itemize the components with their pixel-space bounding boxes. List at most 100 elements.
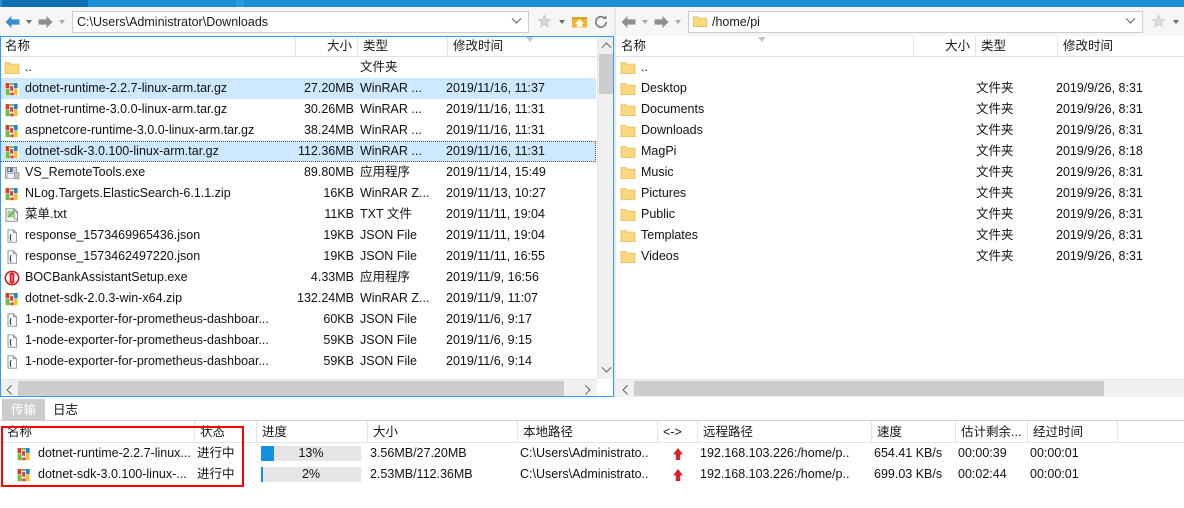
xfer-col-speed[interactable]: 速度 [872,421,956,443]
xfer-col-name[interactable]: 名称 [2,421,195,443]
local-sort-indicator [526,37,535,43]
table-row[interactable]: response_1573462497220.json 19KB JSON File… [0,246,596,267]
table-row[interactable]: 1-node-exporter-for-prometheus-dashboar.… [0,351,596,372]
local-vertical-scrollbar[interactable] [597,36,614,379]
table-row[interactable]: 1-node-exporter-for-prometheus-dashboar.… [0,330,596,351]
file-name-cell: response_1573469965436.json [4,225,292,246]
json-icon [7,249,17,264]
local-refresh-icon[interactable] [590,10,612,33]
transfer-row[interactable]: dotnet-sdk-3.0.100-linux-... 进行中 2% 2.53MB/… [0,464,1184,485]
file-name-label: Desktop [641,81,687,95]
file-modified-cell: 2019/9/26, 8:18 [1056,144,1143,158]
xfer-col-status[interactable]: 状态 [195,421,257,443]
table-row[interactable]: BOCBankAssistantSetup.exe 4.33MB 应用程序 2019/… [0,267,596,288]
local-forward-button[interactable] [35,11,55,33]
table-row[interactable]: .. [616,57,1184,78]
local-col-type[interactable]: 类型 [358,36,448,57]
xfer-col-direction[interactable]: <-> [658,421,698,443]
tab-log[interactable]: 日志 [44,399,87,421]
local-hscroll-thumb[interactable] [18,381,564,396]
remote-back-button[interactable] [618,11,638,33]
xfer-col-eta[interactable]: 估计剩余... [956,421,1028,443]
file-type-cell: WinRAR ... [360,81,422,95]
table-row[interactable]: dotnet-sdk-2.0.3-win-x64.zip 132.24MB WinR… [0,288,596,309]
file-type-cell: JSON File [360,249,417,263]
remote-scroll-left-icon[interactable] [616,380,633,397]
remote-favorites-star-icon[interactable] [1147,10,1169,33]
xfer-col-localpath[interactable]: 本地路径 [518,421,658,443]
table-row[interactable]: aspnetcore-runtime-3.0.0-linux-arm.tar.g… [0,120,596,141]
remote-favorites-dropdown-icon[interactable] [1169,11,1182,33]
local-scroll-down-icon[interactable] [598,362,615,379]
file-size-cell [910,204,972,225]
table-row[interactable]: VS_RemoteTools.exe 89.80MB 应用程序 2019/11/14,… [0,162,596,183]
local-back-dropdown-icon[interactable] [22,11,35,33]
table-row[interactable]: Music 文件夹 2019/9/26, 8:31 [616,162,1184,183]
file-type-cell: JSON File [360,228,417,242]
table-row[interactable]: MagPi 文件夹 2019/9/26, 8:18 [616,141,1184,162]
file-name-label: response_1573469965436.json [25,228,201,242]
local-vscroll-thumb[interactable] [599,54,614,94]
local-forward-dropdown-icon[interactable] [55,11,68,33]
file-name-label: NLog.Targets.ElasticSearch-6.1.1.zip [25,186,231,200]
local-col-size[interactable]: 大小 [296,36,358,57]
remote-forward-button[interactable] [651,11,671,33]
table-row[interactable]: Desktop 文件夹 2019/9/26, 8:31 [616,78,1184,99]
transfer-size-cell: 3.56MB/27.20MB [370,446,467,460]
local-scroll-right-icon[interactable] [580,380,597,397]
xfer-col-progress[interactable]: 进度 [257,421,368,443]
table-row[interactable]: Templates 文件夹 2019/9/26, 8:31 [616,225,1184,246]
remote-forward-dropdown-icon[interactable] [671,11,684,33]
table-row[interactable]: 1-node-exporter-for-prometheus-dashboar.… [0,309,596,330]
xfer-col-elapsed[interactable]: 经过时间 [1028,421,1118,443]
table-row[interactable]: Public 文件夹 2019/9/26, 8:31 [616,204,1184,225]
local-back-button[interactable] [2,11,22,33]
transfer-rows[interactable]: dotnet-runtime-2.2.7-linux... 进行中 13% 3.56M… [0,443,1184,485]
tab-transfers[interactable]: 传输 [2,399,46,421]
folder-icon [4,61,20,74]
table-row[interactable]: Videos 文件夹 2019/9/26, 8:31 [616,246,1184,267]
table-row[interactable]: NLog.Targets.ElasticSearch-6.1.1.zip 16KB… [0,183,596,204]
transfer-row[interactable]: dotnet-runtime-2.2.7-linux... 进行中 13% 3.56M… [0,443,1184,464]
arrow-up-red-icon [673,447,683,460]
file-size-cell: 4.33MB [310,270,354,284]
table-row[interactable]: dotnet-runtime-2.2.7-linux-arm.tar.gz 27.… [0,78,596,99]
remote-back-dropdown-icon[interactable] [638,11,651,33]
table-row[interactable]: Downloads 文件夹 2019/9/26, 8:31 [616,120,1184,141]
session-tab-fragment[interactable] [2,0,88,7]
local-favorites-dropdown-icon[interactable] [555,11,568,33]
file-modified-cell [1056,57,1184,78]
local-file-list[interactable]: .. 文件夹 dotnet-runtime-2.2.7-linux-arm.tar.… [0,57,596,397]
file-modified-cell: 2019/9/26, 8:31 [1056,102,1143,116]
local-horizontal-scrollbar[interactable] [0,379,597,397]
table-row[interactable]: dotnet-runtime-3.0.0-linux-arm.tar.gz 30.… [0,99,596,120]
local-path-field[interactable]: C:\Users\Administrator\Downloads [72,10,529,33]
local-path-dropdown-icon[interactable] [508,13,524,25]
table-row[interactable]: 菜单.txt 11KB TXT 文件 2019/11/11, 19:04 [0,204,596,225]
table-row[interactable]: Pictures 文件夹 2019/9/26, 8:31 [616,183,1184,204]
file-modified-cell: 2019/11/11, 19:04 [446,228,545,242]
remote-col-size[interactable]: 大小 [914,36,976,57]
remote-col-type[interactable]: 类型 [976,36,1058,57]
table-row[interactable]: dotnet-sdk-3.0.100-linux-arm.tar.gz 112.3… [0,141,596,162]
remote-col-modified[interactable]: 修改时间 [1058,36,1184,57]
table-row[interactable]: Documents 文件夹 2019/9/26, 8:31 [616,99,1184,120]
xfer-col-remotepath[interactable]: 远程路径 [698,421,872,443]
file-type-cell: WinRAR Z... [360,291,430,305]
remote-path-field[interactable]: /home/pi [688,10,1143,33]
xfer-col-size[interactable]: 大小 [368,421,518,443]
table-row[interactable]: response_1573469965436.json 19KB JSON File… [0,225,596,246]
remote-path-dropdown-icon[interactable] [1122,13,1138,25]
remote-horizontal-scrollbar[interactable] [616,379,1184,397]
local-scroll-up-icon[interactable] [598,36,615,53]
table-row[interactable]: .. 文件夹 [0,57,596,78]
local-favorites-star-icon[interactable] [533,10,555,33]
remote-hscroll-thumb[interactable] [634,381,1104,396]
local-col-name[interactable]: 名称 [0,36,296,57]
session-tab-fragment-2[interactable] [236,0,244,7]
local-home-folder-icon[interactable] [568,10,590,33]
local-col-modified[interactable]: 修改时间 [448,36,593,57]
remote-file-list[interactable]: .. Desktop 文件夹 2019/9/26, 8:31 Documents 文件夹 2… [616,57,1184,379]
local-scroll-left-icon[interactable] [0,380,17,397]
transfer-speed-cell: 699.03 KB/s [874,467,943,481]
